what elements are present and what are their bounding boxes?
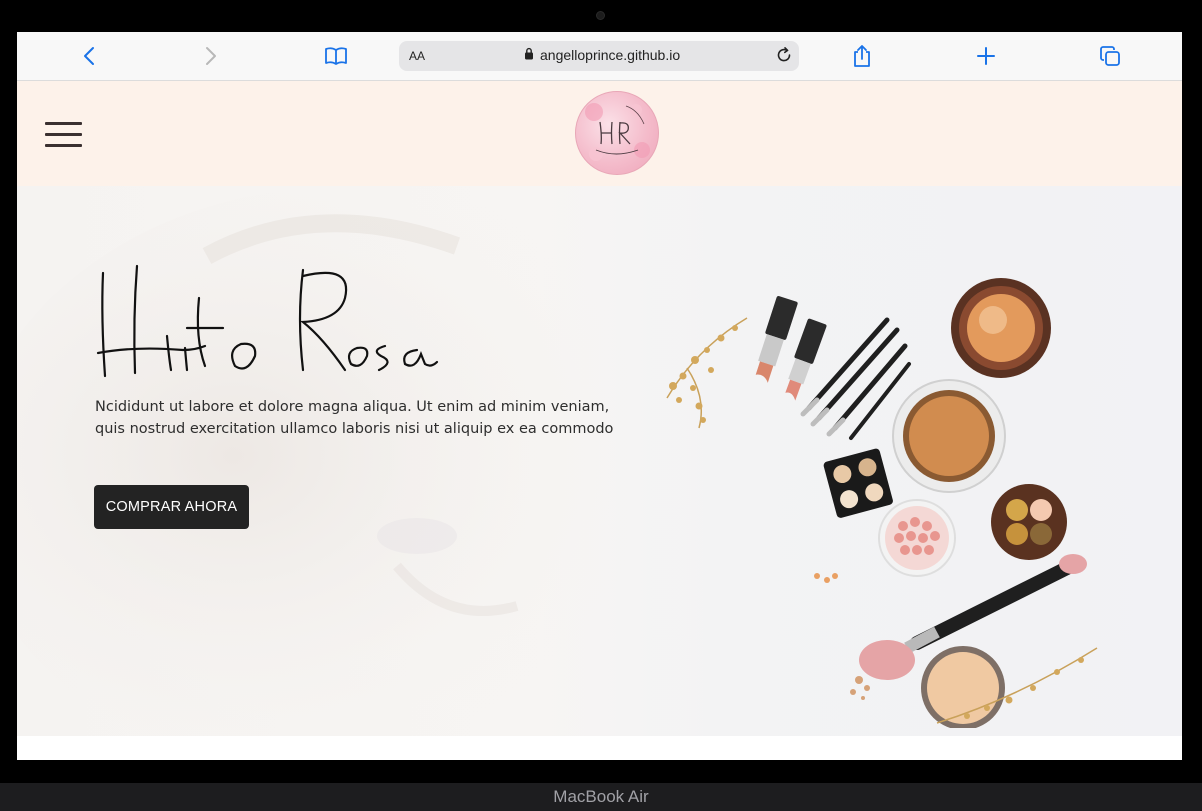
reload-icon[interactable] <box>775 46 793 68</box>
hero-section: Ncididunt ut labore et dolore magna aliq… <box>17 186 1182 736</box>
url-display[interactable]: angelloprince.github.io <box>524 47 680 63</box>
cosmetics-product-image <box>666 278 1098 728</box>
bookmarks-icon[interactable] <box>324 44 348 68</box>
tabs-icon[interactable] <box>1098 44 1122 68</box>
hamburger-icon[interactable] <box>45 122 82 148</box>
share-icon[interactable] <box>850 44 874 68</box>
url-text: angelloprince.github.io <box>540 47 681 63</box>
hero-title <box>95 258 455 398</box>
hero-title-lettering <box>96 264 439 378</box>
hero-description-line2: quis nostrud exercitation ullamco labori… <box>95 421 614 437</box>
device-label: MacBook Air <box>553 787 649 806</box>
site-header <box>17 81 1182 186</box>
text-size-button[interactable]: AA <box>409 49 425 63</box>
camera <box>596 11 605 20</box>
forward-icon[interactable] <box>199 44 223 68</box>
page-bottom <box>17 736 1182 760</box>
back-icon[interactable] <box>77 44 101 68</box>
buy-now-button[interactable]: COMPRAR AHORA <box>94 485 249 529</box>
browser-screen: AA angelloprince.github.io Ncididunt ut … <box>17 32 1182 760</box>
hero-description: Ncididunt ut labore et dolore magna aliq… <box>95 396 614 440</box>
brand-logo[interactable] <box>575 91 659 175</box>
hero-description-line1: Ncididunt ut labore et dolore magna aliq… <box>95 399 610 415</box>
new-tab-icon[interactable] <box>974 44 998 68</box>
lock-icon <box>524 47 534 63</box>
browser-toolbar: AA angelloprince.github.io <box>17 32 1182 81</box>
address-bar[interactable]: AA angelloprince.github.io <box>399 41 799 71</box>
